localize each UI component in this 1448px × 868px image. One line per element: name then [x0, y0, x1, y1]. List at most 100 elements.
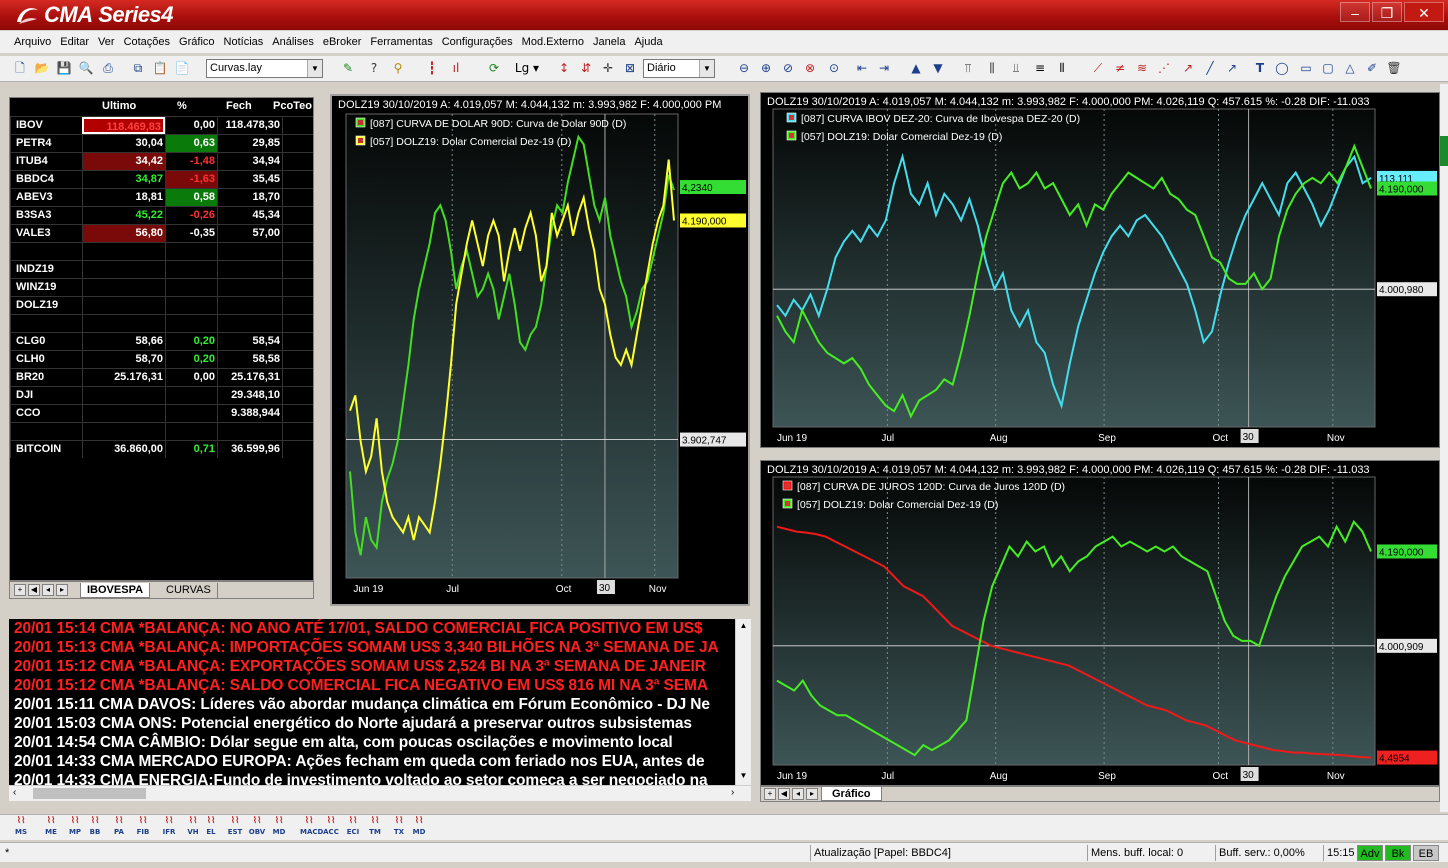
ellipse-icon[interactable]: ◯: [1274, 60, 1290, 76]
quote-row[interactable]: CLH0 58,70 0,20 58,58: [10, 350, 313, 368]
news-item[interactable]: 20/01 15:12 CMA *BALANÇA: SALDO COMERCIA…: [14, 676, 708, 695]
quote-row[interactable]: DOLZ19: [10, 296, 313, 314]
channel-icon[interactable]: ≠: [1112, 60, 1128, 76]
indicator-est-icon[interactable]: EST ⌇⌇: [226, 817, 244, 837]
indicator-ifr-icon[interactable]: IFR ⌇⌇: [160, 817, 178, 837]
prev-first-icon[interactable]: ◀: [778, 788, 790, 800]
window-icon[interactable]: ⊠: [622, 60, 638, 76]
bar-chart-icon[interactable]: ┇: [424, 60, 440, 76]
text-tool-icon[interactable]: T: [1252, 60, 1268, 76]
brush-icon[interactable]: ✐: [1364, 60, 1380, 76]
indicator-pa-icon[interactable]: PA ⌇⌇: [110, 817, 128, 837]
indicator-bb-icon[interactable]: BB ⌇⌇: [86, 817, 104, 837]
pencil-icon[interactable]: ✎: [340, 60, 356, 76]
help-icon[interactable]: ?: [366, 60, 382, 76]
news-item[interactable]: 20/01 15:03 CMA ONS: Potencial energétic…: [14, 714, 692, 733]
news-item[interactable]: 20/01 14:33 CMA MERCADO EUROPA: Ações fe…: [14, 752, 705, 771]
trendline-icon[interactable]: ⟋: [1090, 60, 1106, 76]
news-item[interactable]: 20/01 15:12 CMA *BALANÇA: EXPORTAÇÕES SO…: [14, 657, 706, 676]
adv-indicator[interactable]: Adv: [1357, 845, 1383, 861]
menu-item-cota-es[interactable]: Cotações: [124, 36, 170, 48]
quote-row[interactable]: CLG0 58,66 0,20 58,54: [10, 332, 313, 350]
first-sheet-icon[interactable]: +: [764, 788, 776, 800]
trash-icon[interactable]: 🗑: [1386, 60, 1402, 76]
columns-icon[interactable]: ⦀: [1054, 60, 1070, 76]
quote-row[interactable]: ABEV3 18,81 0,58 18,70: [10, 188, 313, 206]
plot-area[interactable]: [772, 108, 1376, 428]
menu-item-configura-es[interactable]: Configurações: [442, 36, 513, 48]
tab-curvas[interactable]: CURVAS: [160, 583, 218, 598]
zoom-area-icon[interactable]: ⊘: [780, 60, 796, 76]
header-theoretical[interactable]: PcoTeo: [273, 100, 312, 112]
quote-row[interactable]: BITCOIN 36.860,00 0,71 36.599,96: [10, 440, 313, 458]
quote-row[interactable]: PETR4 30,04 0,63 29,85: [10, 134, 313, 152]
align-bottom-icon[interactable]: ⫫: [1008, 60, 1024, 76]
print-icon[interactable]: ⎙: [100, 60, 116, 76]
search-help-icon[interactable]: ⚲: [390, 60, 406, 76]
arrow-up-icon[interactable]: ▲: [908, 60, 924, 76]
menu-item-janela[interactable]: Janela: [593, 36, 625, 48]
header-pct[interactable]: %: [177, 100, 187, 112]
line-icon[interactable]: ╱: [1202, 60, 1218, 76]
vertical-line-icon[interactable]: ↕: [556, 60, 572, 76]
eb-indicator[interactable]: EB: [1413, 845, 1439, 861]
menu-item-gr-fico[interactable]: Gráfico: [179, 36, 214, 48]
scroll-up-icon[interactable]: ▲: [738, 621, 749, 633]
scroll-thumb[interactable]: [33, 788, 146, 799]
rectangle-icon[interactable]: ▭: [1298, 60, 1314, 76]
arrow-line-icon[interactable]: ↗: [1180, 60, 1196, 76]
tab-grafico[interactable]: Gráfico: [821, 787, 882, 801]
next-sheet-icon[interactable]: ▸: [806, 788, 818, 800]
zoom-fit-icon[interactable]: ⊙: [826, 60, 842, 76]
next-sheet-icon[interactable]: ▸: [56, 584, 68, 596]
ray-icon[interactable]: ↗: [1224, 60, 1240, 76]
news-item[interactable]: 20/01 15:13 CMA *BALANÇA: IMPORTAÇÕES SO…: [14, 638, 719, 657]
first-sheet-icon[interactable]: +: [14, 584, 26, 596]
indicator-me-icon[interactable]: ME ⌇⌇: [42, 817, 60, 837]
crosshair-icon[interactable]: ✛: [600, 60, 616, 76]
indicator-tx-icon[interactable]: TX ⌇⌇: [390, 817, 408, 837]
zoom-out-icon[interactable]: ⊖: [736, 60, 752, 76]
minimize-button[interactable]: –: [1340, 2, 1370, 22]
quote-row[interactable]: B3SA3 45,22 -0,26 45,34: [10, 206, 313, 224]
indicator-mp-icon[interactable]: MP ⌇⌇: [66, 817, 84, 837]
align-top-icon[interactable]: ⫪: [960, 60, 976, 76]
chart-svg[interactable]: DOLZ19 30/10/2019 A: 4.019,057 M: 4.044,…: [761, 93, 1439, 447]
tab-ibovespa[interactable]: IBOVESPA: [80, 583, 151, 598]
scroll-right-icon[interactable]: ⇥: [876, 60, 892, 76]
menu-item-not-cias[interactable]: Notícias: [224, 36, 264, 48]
header-last[interactable]: Ultimo: [102, 100, 136, 112]
news-vertical-scrollbar[interactable]: ▲ ▼: [735, 619, 751, 785]
prev-sheet-icon[interactable]: ◂: [42, 584, 54, 596]
restore-button[interactable]: ❐: [1372, 2, 1402, 22]
indicator-acc-icon[interactable]: ACC ⌇⌇: [322, 817, 340, 837]
plot-area[interactable]: [772, 476, 1376, 766]
paste-icon[interactable]: 📋: [152, 60, 168, 76]
indicator-fib-icon[interactable]: FIB ⌇⌇: [134, 817, 152, 837]
news-item[interactable]: 20/01 14:33 CMA ENERGIA:Fundo de investi…: [14, 771, 708, 785]
horizontal-line-icon[interactable]: ⇵: [578, 60, 594, 76]
indicator-ms-icon[interactable]: MS ⌇⌇: [12, 817, 30, 837]
menu-item-ajuda[interactable]: Ajuda: [634, 36, 662, 48]
candle-chart-icon[interactable]: ıl: [448, 60, 464, 76]
paste-special-icon[interactable]: 📄: [174, 60, 190, 76]
chart-window-ibov[interactable]: DOLZ19 30/10/2019 A: 4.019,057 M: 4.044,…: [760, 92, 1440, 448]
chart-svg[interactable]: DOLZ19 30/10/2019 A: 4.019,057 M: 4.044,…: [332, 96, 748, 604]
prev-sheet-icon[interactable]: ◂: [792, 788, 804, 800]
prev-first-icon[interactable]: ◀: [28, 584, 40, 596]
period-select[interactable]: Diário ▼: [643, 59, 715, 78]
news-item[interactable]: 20/01 15:14 CMA *BALANÇA: NO ANO ATÉ 17/…: [14, 619, 703, 638]
indicator-tm-icon[interactable]: TM ⌇⌇: [366, 817, 384, 837]
plot-area[interactable]: [345, 113, 679, 579]
bk-indicator[interactable]: Bk: [1385, 845, 1411, 861]
fibonacci-icon[interactable]: ≋: [1134, 60, 1150, 76]
align-middle-icon[interactable]: ⫼: [984, 60, 1000, 76]
news-item[interactable]: 20/01 14:54 CMA CÂMBIO: Dólar segue em a…: [14, 733, 673, 752]
indicator-md-icon[interactable]: MD ⌇⌇: [270, 817, 288, 837]
chart-svg[interactable]: DOLZ19 30/10/2019 A: 4.019,057 M: 4.044,…: [761, 461, 1439, 785]
menu-item-arquivo[interactable]: Arquivo: [14, 36, 51, 48]
menu-item-an-lises[interactable]: Análises: [272, 36, 314, 48]
indicator-obv-icon[interactable]: OBV ⌇⌇: [248, 817, 266, 837]
scroll-left-icon[interactable]: ⇤: [854, 60, 870, 76]
arrow-down-icon[interactable]: ▼: [930, 60, 946, 76]
